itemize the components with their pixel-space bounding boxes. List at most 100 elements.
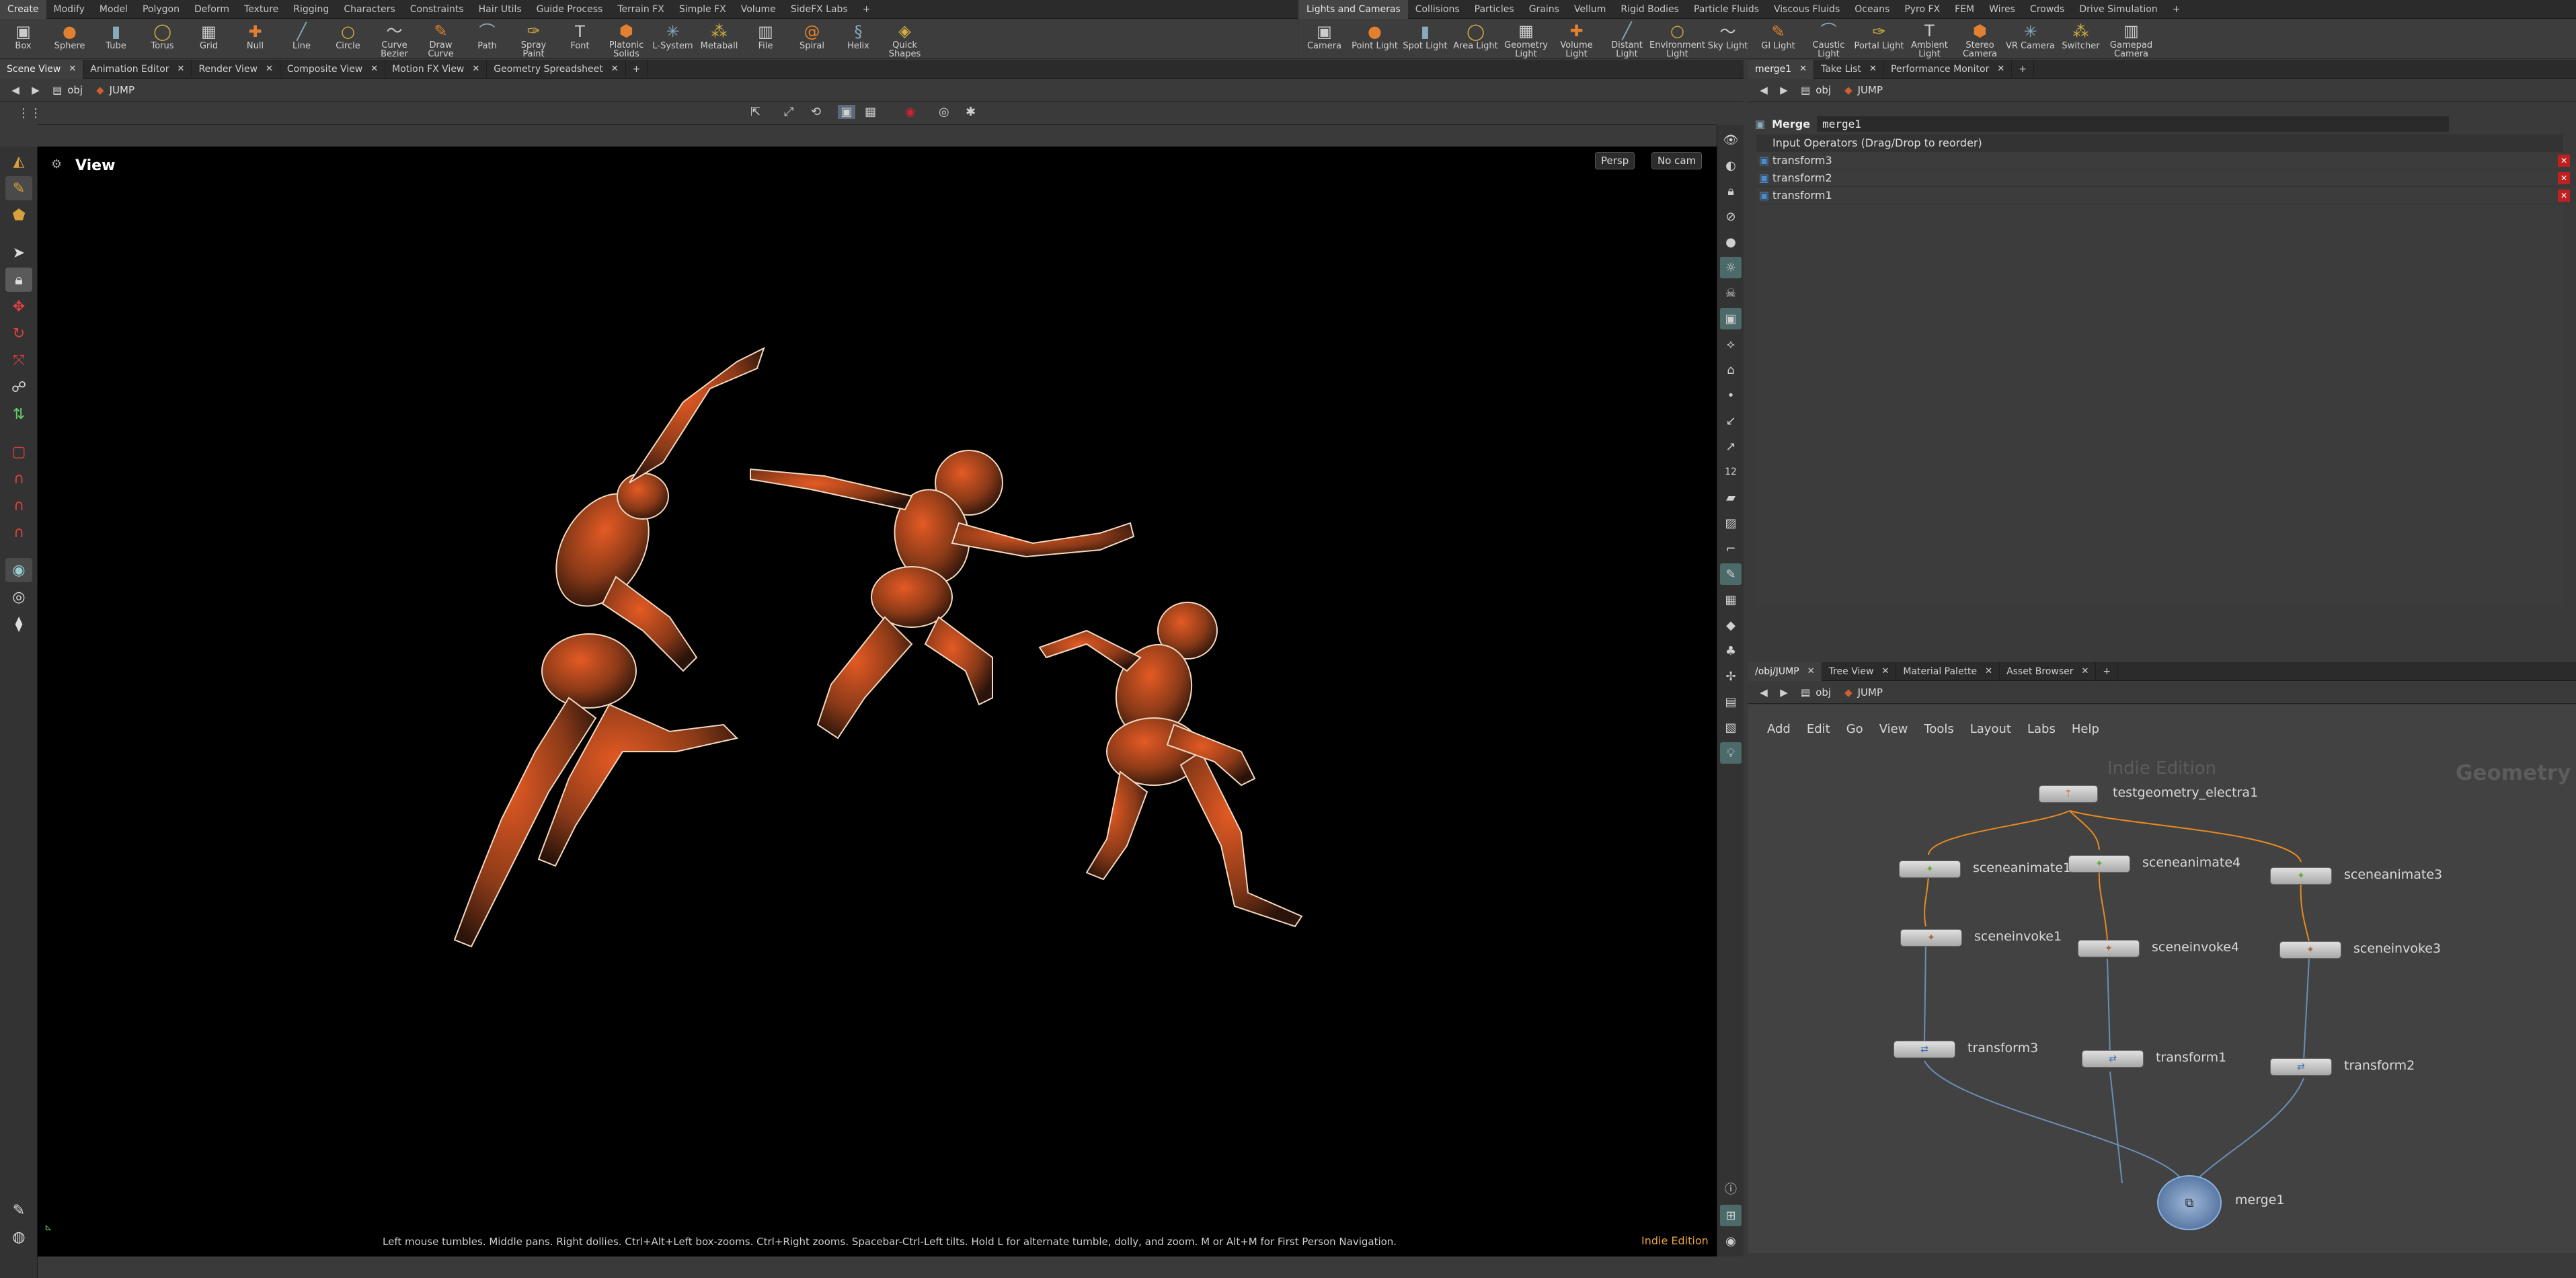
display-bottom-icon[interactable]: ◍ [5,1225,32,1249]
node-body[interactable]: ✦ [2279,941,2341,959]
move-tool-icon[interactable]: ⇅ [5,402,32,426]
add-tab-icon[interactable]: + [2012,59,2034,79]
shelf-tool-box[interactable]: ▣ Box [0,19,46,58]
orbit-tool-icon[interactable]: ◎ [5,585,32,609]
tab-merge1[interactable]: merge1 ✕ [1748,59,1815,79]
merge-node-body[interactable]: ⧉ [2157,1175,2222,1230]
magnet-c-icon[interactable]: ∩ [5,520,32,545]
path-root[interactable]: ▤ obj [1794,81,1838,99]
shelf-tool-switcher[interactable]: ⁂ Switcher [2056,19,2106,58]
shelf-tool-spot-light[interactable]: ▮ Spot Light [1400,19,1450,58]
paint-tool-icon[interactable]: ⬟ [5,203,32,227]
node-body[interactable]: ✦ [1899,861,1961,878]
add-shelf-icon[interactable]: + [855,0,878,19]
close-tab-icon[interactable]: ✕ [178,60,185,79]
tab-scene-view[interactable]: Scene View ✕ [0,59,84,79]
square-display-icon[interactable]: ▤ [1720,691,1742,713]
shelf-tab-fem[interactable]: FEM [1947,0,1982,19]
lock-view-icon[interactable]: 🔒︎ [1720,180,1742,202]
node-sceneinvoke1[interactable]: ✦ sceneinvoke1 [1900,929,2062,947]
node-transform1[interactable]: ⇄ transform1 [2082,1050,2226,1068]
shade-icon[interactable]: ▣ [1720,308,1742,329]
forward-arrow-icon[interactable]: ▶ [1774,686,1794,698]
shelf-tab-model[interactable]: Model [92,0,135,19]
node-merge1[interactable]: ⧉ merge1 [2157,1175,2285,1230]
shelf-tab-rigging[interactable]: Rigging [286,0,336,19]
shelf-tool-ambient-light[interactable]: T Ambient Light [1904,19,1955,58]
shelf-tab-modify[interactable]: Modify [46,0,92,19]
bulb-icon[interactable]: 💡︎ [1720,742,1742,764]
paint-display-icon[interactable]: ▰ [1720,487,1742,508]
close-tab-icon[interactable]: ✕ [266,60,273,79]
close-tab-icon[interactable]: ✕ [1807,662,1815,681]
shelf-tab-oceans[interactable]: Oceans [1847,0,1897,19]
cam-bottom-icon[interactable]: ◉ [1720,1230,1742,1252]
display-icon[interactable]: ▣ [838,105,855,119]
path-node[interactable]: ◆ JUMP [89,81,141,99]
node-transform2[interactable]: ⇄ transform2 [2270,1058,2415,1076]
shelf-tool-helix[interactable]: § Helix [835,19,882,58]
close-tab-icon[interactable]: ✕ [370,60,378,79]
close-tab-icon[interactable]: ✕ [69,60,76,79]
shelf-tool-path[interactable]: ⌒ Path [464,19,510,58]
shelf-tab-deform[interactable]: Deform [187,0,237,19]
shelf-tab-rigid-bodies[interactable]: Rigid Bodies [1613,0,1686,19]
shelf-tab-guide-process[interactable]: Guide Process [529,0,611,19]
pose-tool-icon[interactable]: ☍ [5,375,32,399]
shelf-tab-vellum[interactable]: Vellum [1567,0,1613,19]
node-body[interactable]: ✦ [2068,855,2130,873]
shelf-tool-draw-curve[interactable]: ✎ Draw Curve [418,19,464,58]
tab-material-palette[interactable]: Material Palette ✕ [1896,662,2000,681]
tab-geometry-spreadsheet[interactable]: Geometry Spreadsheet ✕ [487,59,626,79]
node-body[interactable]: ⇄ [2082,1050,2144,1068]
shelf-tool-quick-shapes[interactable]: ◈ Quick Shapes [882,19,928,58]
rotate-tool-icon[interactable]: ↻ [5,321,32,346]
shelf-tab-simple-fx[interactable]: Simple FX [672,0,734,19]
shelf-tool-geometry-light[interactable]: ▦ Geometry Light [1501,19,1551,58]
disable-icon[interactable]: ⊘ [1720,206,1742,227]
path-node[interactable]: ◆ JUMP [1838,684,1889,701]
magnet-a-icon[interactable]: ∩ [5,467,32,491]
close-tab-icon[interactable]: ✕ [472,60,479,79]
path-root[interactable]: ▤ obj [46,81,89,99]
shelf-tool-gamepad-camera[interactable]: ▥ Gamepad Camera [2106,19,2156,58]
grass-icon[interactable]: ♣ [1720,640,1742,662]
shelf-tool-font[interactable]: T Font [557,19,603,58]
shelf-tool-portal-light[interactable]: ✑ Portal Light [1854,19,1904,58]
close-tab-icon[interactable]: ✕ [1881,662,1889,681]
shelf-tool-sky-light[interactable]: 〜 Sky Light [1703,19,1753,58]
remove-input-icon[interactable]: ✕ [2558,189,2570,202]
shelf-tool-tube[interactable]: ▮ Tube [93,19,139,58]
path-node[interactable]: ◆ JUMP [1838,81,1889,99]
ghost-icon[interactable]: ◐ [1720,155,1742,176]
box-select-icon[interactable]: ▢ [5,440,32,464]
view-tool-icon[interactable]: ◉ [5,558,32,582]
pen-bottom-icon[interactable]: ✎ [5,1198,32,1222]
brush-tool-icon[interactable]: ✎ [5,176,32,200]
tab-performance-monitor[interactable]: Performance Monitor ✕ [1884,59,2013,79]
back-arrow-icon[interactable]: ◀ [1754,686,1774,698]
input-operator-row[interactable]: ▣ transform2 ✕ [1756,169,2570,187]
input-operator-row[interactable]: ▣ transform3 ✕ [1756,152,2570,169]
shelf-tool-distant-light[interactable]: ╱ Distant Light [1602,19,1652,58]
grid-menu-icon[interactable]: ⋮⋮ [17,106,42,120]
node-body[interactable]: ✦ [1900,929,1962,947]
tab-take-list[interactable]: Take List ✕ [1814,59,1884,79]
shelf-tool-l-system[interactable]: ✳ L-System [650,19,696,58]
node-body[interactable]: ⇄ [2270,1058,2332,1076]
render-tool-icon[interactable]: ⧫ [5,612,32,636]
add-tab-icon[interactable]: + [2096,662,2119,681]
shelf-tab-constraints[interactable]: Constraints [403,0,471,19]
node-body[interactable]: ⇡ [2039,785,2098,803]
close-tab-icon[interactable]: ✕ [2082,662,2089,681]
shelf-tool-stereo-camera[interactable]: ⬢ Stereo Camera [1955,19,2005,58]
close-tab-icon[interactable]: ✕ [611,60,619,79]
input-operator-row[interactable]: ▣ transform1 ✕ [1756,187,2570,204]
normal-icon[interactable]: ↙ [1720,410,1742,432]
info-icon[interactable]: ⓘ [1720,1178,1742,1199]
shelf-tab-drive-simulation[interactable]: Drive Simulation [2072,0,2164,19]
vector-icon[interactable]: ↗ [1720,436,1742,457]
tab-asset-browser[interactable]: Asset Browser ✕ [2000,662,2097,681]
brush-display-icon[interactable]: ✎ [1720,563,1742,585]
shelf-tool-platonic-solids[interactable]: ⬢ Platonic Solids [603,19,650,58]
